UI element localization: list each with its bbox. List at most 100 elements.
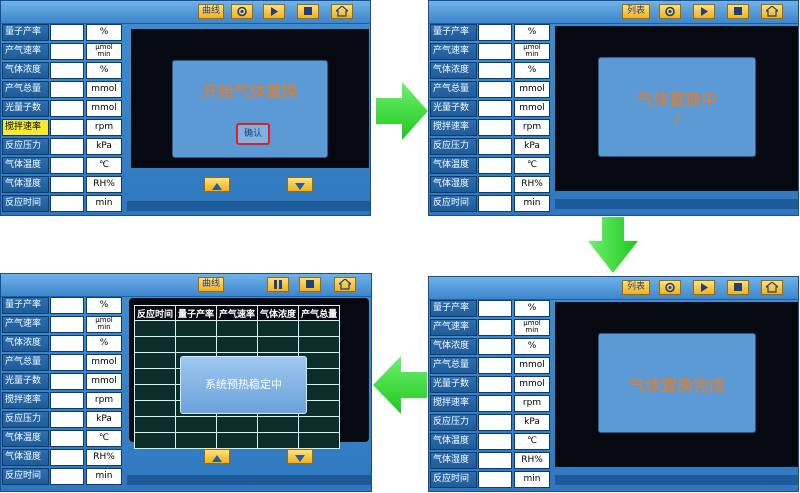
- settings-button[interactable]: [231, 4, 253, 19]
- home-button[interactable]: [331, 4, 353, 19]
- gear-icon: [237, 6, 247, 17]
- value-field[interactable]: [478, 138, 512, 155]
- value-field[interactable]: [50, 195, 84, 212]
- stop-button[interactable]: [297, 4, 319, 19]
- value-field[interactable]: [50, 157, 84, 174]
- home-button[interactable]: [761, 280, 783, 295]
- stop-button[interactable]: [727, 280, 749, 295]
- scroll-up-button[interactable]: [204, 449, 230, 464]
- unit: %: [514, 338, 550, 355]
- down-arrow-icon: [295, 455, 305, 462]
- value-field[interactable]: [50, 119, 84, 136]
- unit: min: [86, 468, 122, 485]
- list-button[interactable]: 列表: [622, 4, 650, 19]
- play-button[interactable]: [263, 4, 285, 19]
- pause-button[interactable]: [267, 277, 289, 292]
- value-field[interactable]: [478, 157, 512, 174]
- value-field[interactable]: [50, 100, 84, 117]
- unit: kPa: [86, 138, 122, 155]
- scroll-up-button[interactable]: [204, 177, 230, 192]
- home-button[interactable]: [761, 4, 783, 19]
- label: 光量子数: [2, 100, 49, 117]
- label: 产气总量: [2, 354, 49, 371]
- value-field[interactable]: [50, 316, 84, 333]
- value-field[interactable]: [50, 468, 84, 485]
- value-field[interactable]: [478, 471, 512, 488]
- home-icon: [766, 6, 778, 17]
- settings-button[interactable]: [659, 4, 681, 19]
- spinner: /: [674, 112, 680, 128]
- display-screen: 气体置换中 /: [555, 26, 798, 191]
- value-field[interactable]: [478, 414, 512, 431]
- value-field[interactable]: [50, 392, 84, 409]
- scroll-down-button[interactable]: [287, 449, 313, 464]
- label: 气体浓度: [430, 62, 477, 79]
- up-arrow-icon: [212, 455, 222, 462]
- value-field[interactable]: [478, 338, 512, 355]
- scroll-down-button[interactable]: [287, 177, 313, 192]
- table-header-row: 反应时间 量子产率 产气速率 气体浓度 产气总量: [133, 305, 341, 321]
- list-button[interactable]: 列表: [622, 280, 650, 295]
- unit: min: [514, 471, 550, 488]
- value-field[interactable]: [50, 335, 84, 352]
- label: 光量子数: [430, 100, 477, 117]
- home-icon: [339, 279, 351, 290]
- value-field[interactable]: [50, 430, 84, 447]
- value-field[interactable]: [478, 395, 512, 412]
- value-field[interactable]: [50, 176, 84, 193]
- value-field[interactable]: [478, 319, 512, 336]
- value-field[interactable]: [50, 24, 84, 41]
- play-button[interactable]: [693, 280, 715, 295]
- unit-fraction: μmol min: [86, 43, 122, 60]
- curve-button[interactable]: 曲线: [198, 277, 224, 292]
- value-field[interactable]: [478, 452, 512, 469]
- value-field[interactable]: [478, 100, 512, 117]
- value-field[interactable]: [478, 176, 512, 193]
- table-row: [133, 336, 341, 353]
- value-field[interactable]: [50, 354, 84, 371]
- play-button[interactable]: [693, 4, 715, 19]
- down-arrow-flow-icon: [588, 217, 638, 273]
- value-field[interactable]: [478, 62, 512, 79]
- value-field[interactable]: [478, 300, 512, 317]
- curve-button[interactable]: 曲线: [198, 4, 224, 19]
- value-field[interactable]: [478, 119, 512, 136]
- data-table-screen: 反应时间 量子产率 产气速率 气体浓度 产气总量 系统预热稳定中: [129, 298, 369, 449]
- value-field[interactable]: [478, 376, 512, 393]
- label: 光量子数: [430, 376, 477, 393]
- value-field[interactable]: [478, 357, 512, 374]
- toolbar: 曲线: [1, 274, 371, 297]
- value-field[interactable]: [50, 297, 84, 314]
- panel-replacing: 列表 量子产率% 产气速率 μmol min 气体浓度% 产气总量 mmol 光量子数…: [428, 0, 799, 216]
- unit: ℃: [514, 433, 550, 450]
- label: 量子产率: [430, 24, 477, 41]
- value-field[interactable]: [50, 81, 84, 98]
- stop-icon: [734, 283, 742, 291]
- stop-icon: [734, 7, 742, 15]
- column-header: 量子产率: [175, 305, 218, 321]
- value-field[interactable]: [50, 373, 84, 390]
- home-button[interactable]: [334, 277, 356, 292]
- label: 气体浓度: [2, 335, 49, 352]
- unit: rpm: [86, 392, 122, 409]
- confirm-button[interactable]: 确认: [236, 123, 270, 145]
- label: 搅拌速率: [430, 395, 477, 412]
- column-header: 产气总量: [298, 305, 341, 321]
- value-field[interactable]: [50, 449, 84, 466]
- value-field[interactable]: [50, 62, 84, 79]
- value-field[interactable]: [50, 138, 84, 155]
- value-field[interactable]: [478, 81, 512, 98]
- value-field[interactable]: [478, 43, 512, 60]
- stop-button[interactable]: [299, 277, 321, 292]
- value-field[interactable]: [50, 411, 84, 428]
- label: 气体湿度: [2, 176, 49, 193]
- value-field[interactable]: [50, 43, 84, 60]
- stop-button[interactable]: [727, 4, 749, 19]
- value-field[interactable]: [478, 433, 512, 450]
- settings-button[interactable]: [659, 280, 681, 295]
- unit: kPa: [86, 411, 122, 428]
- value-field[interactable]: [478, 24, 512, 41]
- label: 反应时间: [2, 468, 49, 485]
- value-field[interactable]: [478, 195, 512, 212]
- label: 产气总量: [2, 81, 49, 98]
